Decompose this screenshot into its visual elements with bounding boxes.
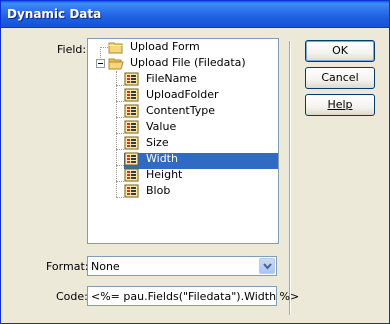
code-field[interactable]: <%= pau.Fields("Filedata").Width %> — [87, 286, 299, 306]
tree-line — [116, 101, 124, 102]
tree-line — [116, 197, 124, 198]
tree-node-label: Upload Form — [130, 40, 200, 53]
field-tree[interactable]: Upload Form Upload File (Filedata) FileN… — [87, 38, 279, 244]
tree-node-size[interactable]: Size — [124, 135, 278, 151]
tree-node-blob[interactable]: Blob — [124, 183, 278, 199]
vertical-separator — [289, 41, 291, 315]
tree-line — [116, 133, 124, 134]
format-select[interactable]: None — [87, 256, 277, 276]
field-icon — [124, 104, 139, 118]
tree-node-label: Size — [146, 136, 169, 149]
tree-node-label: Upload File (Filedata) — [130, 56, 246, 69]
format-label: Format: — [46, 260, 89, 273]
tree-line — [116, 165, 124, 166]
tree-node-height[interactable]: Height — [124, 167, 278, 183]
code-field-value: <%= pau.Fields("Filedata").Width %> — [91, 290, 300, 303]
field-icon — [124, 136, 139, 150]
dropdown-button[interactable] — [259, 258, 275, 274]
field-label: Field: — [57, 43, 87, 56]
format-select-value: None — [91, 260, 120, 273]
cancel-button[interactable]: Cancel — [305, 67, 375, 89]
tree-node-label: Blob — [146, 184, 171, 197]
tree-node-label: ContentType — [146, 104, 216, 117]
tree-node-upload-form[interactable]: Upload Form — [108, 39, 278, 55]
window-title: Dynamic Data — [7, 7, 102, 21]
tree-node-label: Width — [146, 152, 178, 165]
code-label: Code: — [56, 290, 88, 303]
tree-node-label: FileName — [146, 72, 197, 85]
tree-line — [116, 117, 124, 118]
tree-line — [116, 71, 117, 197]
help-button-label: Help — [327, 98, 353, 111]
ok-button[interactable]: OK — [305, 40, 375, 62]
field-icon — [124, 152, 139, 166]
dialog-window: Dynamic Data Field: Upload Form Upload F… — [0, 0, 390, 324]
tree-node-contenttype[interactable]: ContentType — [124, 103, 278, 119]
tree-node-width[interactable]: Width — [124, 151, 278, 167]
tree-line — [116, 149, 124, 150]
tree-node-filename[interactable]: FileName — [124, 71, 278, 87]
field-icon — [124, 168, 139, 182]
tree-node-label: UploadFolder — [146, 88, 219, 101]
tree-node-upload-file[interactable]: Upload File (Filedata) — [108, 55, 278, 71]
chevron-down-icon — [263, 263, 272, 270]
title-bar[interactable]: Dynamic Data — [1, 1, 389, 28]
tree-line — [116, 85, 124, 86]
tree-line — [100, 47, 108, 48]
field-icon — [124, 88, 139, 102]
tree-node-label: Value — [146, 120, 177, 133]
folder-open-icon — [108, 58, 124, 70]
tree-node-value[interactable]: Value — [124, 119, 278, 135]
tree-node-label: Height — [146, 168, 183, 181]
folder-icon — [108, 42, 123, 54]
help-button[interactable]: Help — [305, 94, 375, 116]
tree-node-uploadfolder[interactable]: UploadFolder — [124, 87, 278, 103]
field-icon — [124, 120, 139, 134]
field-icon — [124, 72, 139, 86]
tree-line — [116, 181, 124, 182]
field-icon — [124, 184, 139, 198]
collapse-toggle[interactable] — [96, 59, 105, 68]
